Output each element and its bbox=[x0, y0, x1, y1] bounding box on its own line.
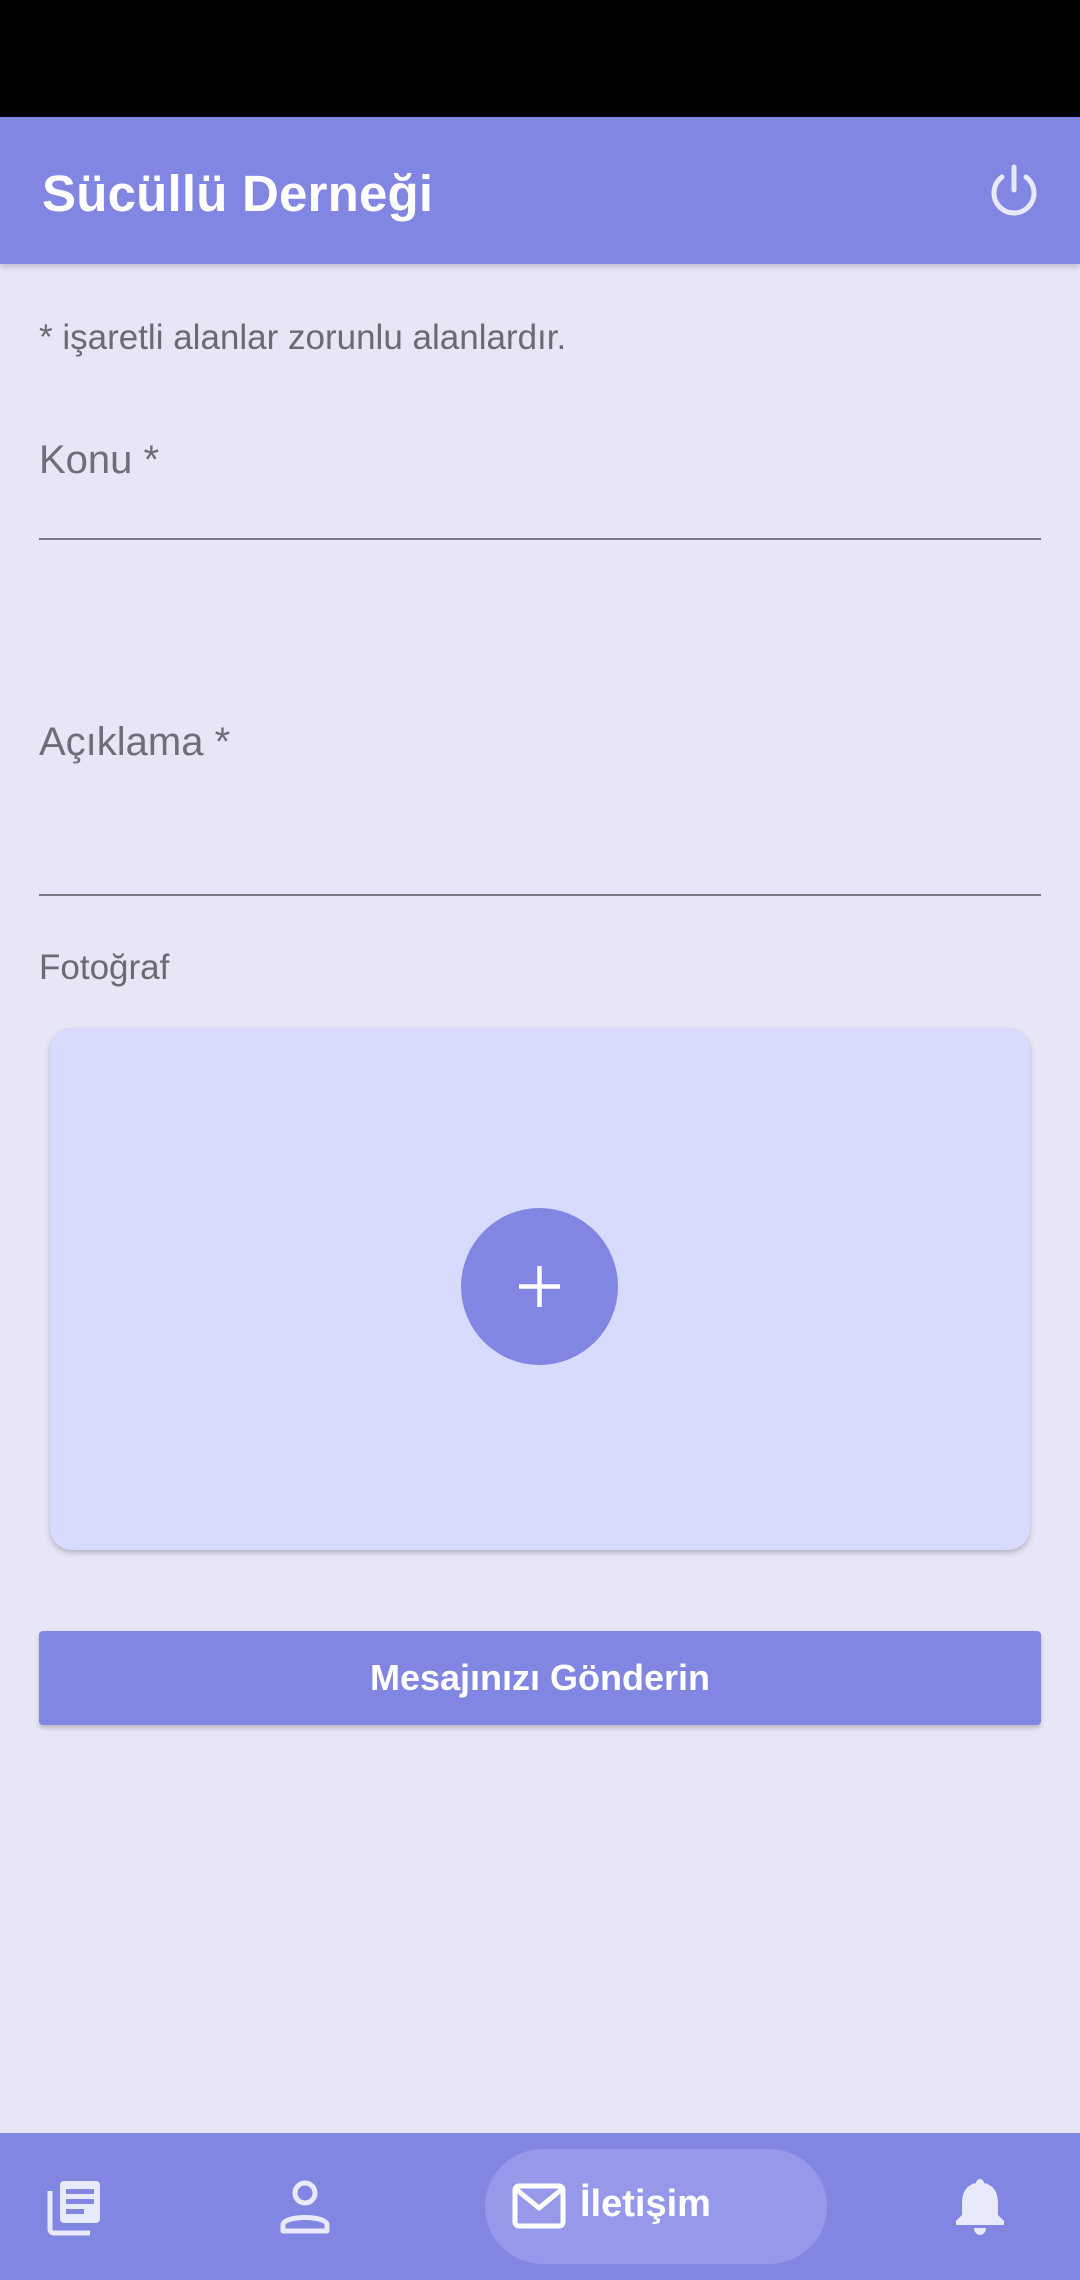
power-icon[interactable] bbox=[986, 163, 1042, 219]
news-icon bbox=[47, 2181, 100, 2236]
photo-upload-area[interactable] bbox=[50, 1028, 1030, 1550]
bell-icon bbox=[956, 2179, 1004, 2235]
plus-icon bbox=[519, 1266, 560, 1307]
bottom-navigation: İletişim bbox=[0, 2133, 1080, 2280]
page-title: Sücüllü Derneği bbox=[42, 165, 434, 222]
send-message-button[interactable]: Mesajınızı Gönderin bbox=[39, 1631, 1041, 1725]
required-fields-hint: * işaretli alanlar zorunlu alanlardır. bbox=[39, 318, 567, 357]
add-photo-button[interactable] bbox=[461, 1208, 618, 1365]
photo-label: Fotoğraf bbox=[39, 948, 170, 987]
nav-news-tab[interactable] bbox=[44, 2177, 104, 2237]
subject-field-underline bbox=[39, 538, 1041, 540]
person-icon bbox=[280, 2180, 330, 2234]
nav-contact-tab[interactable]: İletişim bbox=[485, 2149, 827, 2264]
app-bar: Sücüllü Derneği bbox=[0, 117, 1080, 264]
subject-field[interactable] bbox=[39, 424, 1041, 524]
mail-icon bbox=[512, 2183, 566, 2229]
description-field-underline bbox=[39, 894, 1041, 896]
nav-notifications-tab[interactable] bbox=[952, 2175, 1008, 2237]
description-field[interactable] bbox=[39, 704, 1041, 884]
nav-contact-label: İletişim bbox=[580, 2183, 711, 2225]
status-bar bbox=[0, 0, 1080, 117]
nav-profile-tab[interactable] bbox=[278, 2177, 332, 2237]
